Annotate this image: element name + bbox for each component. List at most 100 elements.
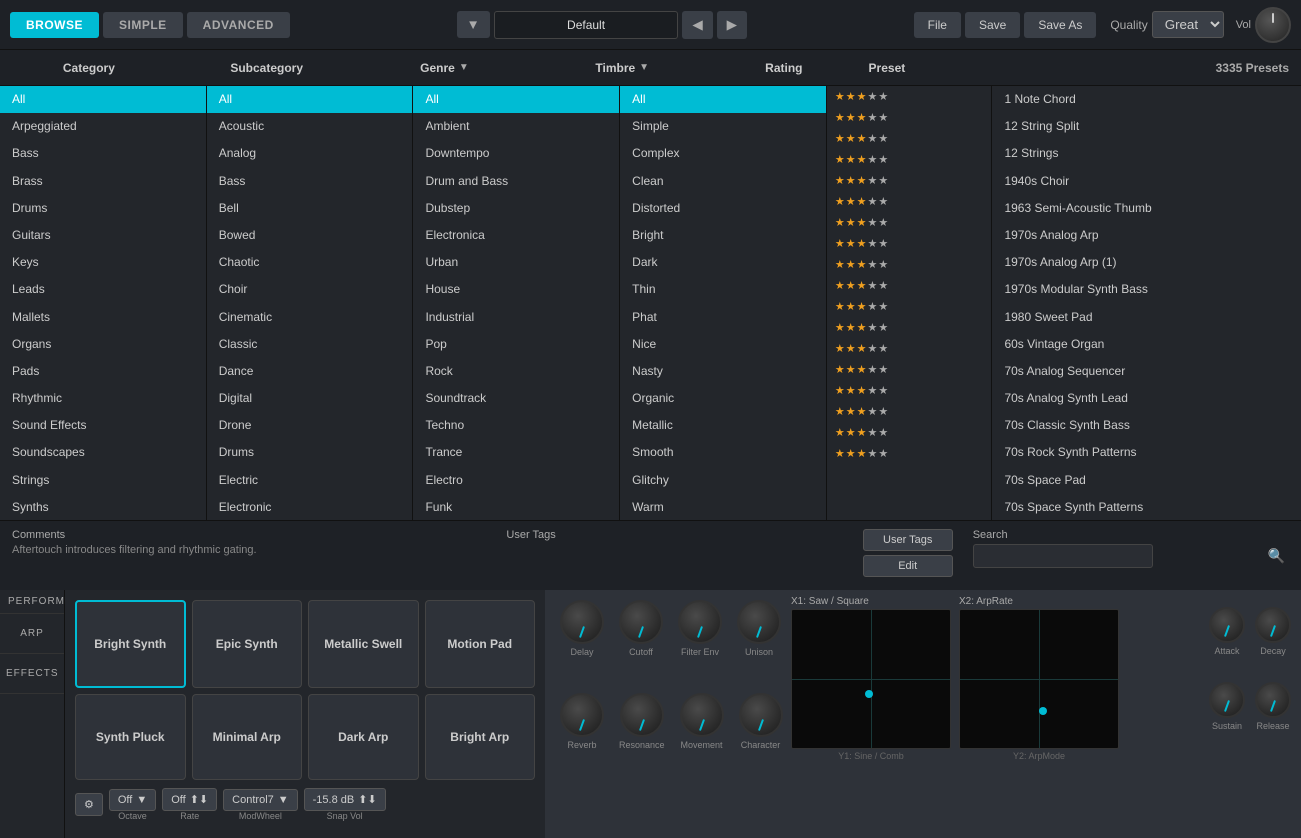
search-icon[interactable]: 🔍 — [1268, 548, 1285, 565]
rating-item[interactable]: ★★★★★ — [827, 149, 992, 170]
pad-2[interactable]: Metallic Swell — [308, 600, 419, 688]
snapvol-control[interactable]: -15.8 dB ⬆⬇ — [304, 788, 386, 811]
timbre-item[interactable]: Bright — [620, 222, 826, 249]
genre-item[interactable]: Urban — [413, 249, 619, 276]
category-item[interactable]: Strings — [0, 467, 206, 494]
timbre-item[interactable]: Metallic — [620, 412, 826, 439]
cutoff-knob[interactable] — [619, 600, 663, 644]
category-item[interactable]: Synths — [0, 494, 206, 520]
genre-item[interactable]: Funk — [413, 494, 619, 520]
rating-item[interactable]: ★★★★★ — [827, 254, 992, 275]
vol-knob[interactable] — [1255, 7, 1291, 43]
rating-item[interactable]: ★★★★★ — [827, 170, 992, 191]
timbre-item[interactable]: Organic — [620, 385, 826, 412]
subcategory-item[interactable]: Classic — [207, 331, 413, 358]
tab-simple[interactable]: SIMPLE — [103, 12, 183, 38]
category-item[interactable]: Sound Effects — [0, 412, 206, 439]
unison-knob[interactable] — [737, 600, 781, 644]
genre-item[interactable]: All — [413, 86, 619, 113]
category-item[interactable]: Soundscapes — [0, 439, 206, 466]
subcategory-item[interactable]: Acoustic — [207, 113, 413, 140]
file-button[interactable]: File — [914, 12, 961, 38]
pad-1[interactable]: Epic Synth — [192, 600, 303, 688]
timbre-item[interactable]: Simple — [620, 113, 826, 140]
subcategory-item[interactable]: Chaotic — [207, 249, 413, 276]
filter-env-knob[interactable] — [678, 600, 722, 644]
preset-item[interactable]: 12 String Split — [992, 113, 1301, 140]
preset-item[interactable]: 70s Space Pad — [992, 467, 1301, 494]
rating-item[interactable]: ★★★★★ — [827, 401, 992, 422]
subcategory-item[interactable]: Digital — [207, 385, 413, 412]
subcategory-item[interactable]: Bass — [207, 168, 413, 195]
preset-item[interactable]: 70s Space Synth Patterns — [992, 494, 1301, 520]
pad-6[interactable]: Dark Arp — [308, 694, 419, 780]
modwheel-control[interactable]: Control7 ▼ — [223, 789, 297, 811]
preset-dropdown-arrow[interactable]: ▼ — [457, 11, 490, 38]
preset-item[interactable]: 1970s Analog Arp — [992, 222, 1301, 249]
category-item[interactable]: Bass — [0, 140, 206, 167]
rating-item[interactable]: ★★★★★ — [827, 338, 992, 359]
quality-select[interactable]: Great Good Best — [1152, 11, 1224, 38]
rate-control[interactable]: Off ⬆⬇ — [162, 788, 217, 811]
sidebar-tab-effects[interactable]: EFFECTS — [0, 654, 64, 694]
genre-item[interactable]: Electronica — [413, 222, 619, 249]
decay-knob[interactable] — [1255, 607, 1291, 643]
category-item[interactable]: Leads — [0, 276, 206, 303]
rating-item[interactable]: ★★★★★ — [827, 191, 992, 212]
pad-5[interactable]: Minimal Arp — [192, 694, 303, 780]
subcategory-item[interactable]: Analog — [207, 140, 413, 167]
tab-browse[interactable]: BROWSE — [10, 12, 99, 38]
preset-item[interactable]: 70s Analog Sequencer — [992, 358, 1301, 385]
genre-item[interactable]: Soundtrack — [413, 385, 619, 412]
sustain-knob[interactable] — [1209, 682, 1245, 718]
subcategory-item[interactable]: All — [207, 86, 413, 113]
genre-item[interactable]: Industrial — [413, 304, 619, 331]
timbre-item[interactable]: All — [620, 86, 826, 113]
edit-button[interactable]: Edit — [863, 555, 953, 577]
genre-item[interactable]: Trance — [413, 439, 619, 466]
rating-item[interactable]: ★★★★★ — [827, 296, 992, 317]
user-tags-button[interactable]: User Tags — [863, 529, 953, 551]
genre-item[interactable]: House — [413, 276, 619, 303]
rating-item[interactable]: ★★★★★ — [827, 422, 992, 443]
timbre-item[interactable]: Smooth — [620, 439, 826, 466]
timbre-item[interactable]: Thin — [620, 276, 826, 303]
genre-item[interactable]: Techno — [413, 412, 619, 439]
octave-control[interactable]: Off ▼ — [109, 789, 156, 811]
rating-item[interactable]: ★★★★★ — [827, 359, 992, 380]
category-item[interactable]: Brass — [0, 168, 206, 195]
genre-item[interactable]: Drum and Bass — [413, 168, 619, 195]
resonance-knob[interactable] — [620, 693, 664, 737]
pad-0[interactable]: Bright Synth — [75, 600, 186, 688]
preset-item[interactable]: 70s Rock Synth Patterns — [992, 439, 1301, 466]
rating-item[interactable]: ★★★★★ — [827, 233, 992, 254]
preset-prev[interactable]: ◀ — [682, 11, 712, 39]
rating-item[interactable]: ★★★★★ — [827, 380, 992, 401]
timbre-item[interactable]: Phat — [620, 304, 826, 331]
preset-item[interactable]: 1963 Semi-Acoustic Thumb — [992, 195, 1301, 222]
rating-item[interactable]: ★★★★★ — [827, 86, 992, 107]
xy1-pad[interactable] — [791, 609, 951, 749]
timbre-item[interactable]: Complex — [620, 140, 826, 167]
category-item[interactable]: Guitars — [0, 222, 206, 249]
rating-item[interactable]: ★★★★★ — [827, 443, 992, 464]
category-item[interactable]: Keys — [0, 249, 206, 276]
attack-knob[interactable] — [1209, 607, 1245, 643]
subcategory-item[interactable]: Bell — [207, 195, 413, 222]
category-item[interactable]: Rhythmic — [0, 385, 206, 412]
reverb-knob[interactable] — [560, 693, 604, 737]
tab-advanced[interactable]: ADVANCED — [187, 12, 290, 38]
genre-item[interactable]: Dubstep — [413, 195, 619, 222]
subcategory-item[interactable]: Drone — [207, 412, 413, 439]
subcategory-item[interactable]: Electric — [207, 467, 413, 494]
timbre-item[interactable]: Dark — [620, 249, 826, 276]
genre-item[interactable]: Electro — [413, 467, 619, 494]
genre-item[interactable]: Rock — [413, 358, 619, 385]
category-item[interactable]: Organs — [0, 331, 206, 358]
subcategory-item[interactable]: Electronic — [207, 494, 413, 520]
search-input[interactable] — [973, 544, 1153, 568]
preset-item[interactable]: 1970s Modular Synth Bass — [992, 276, 1301, 303]
subcategory-item[interactable]: Drums — [207, 439, 413, 466]
genre-item[interactable]: Ambient — [413, 113, 619, 140]
save-button[interactable]: Save — [965, 12, 1020, 38]
